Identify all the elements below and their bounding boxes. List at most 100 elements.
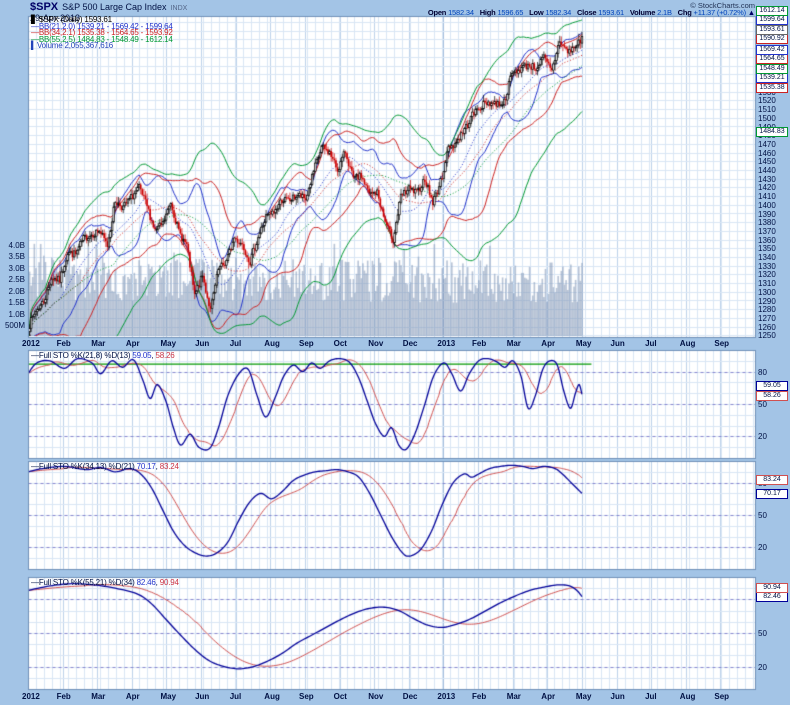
price-axis-tick: 1290 (758, 297, 776, 306)
exchange-label: INDX (171, 5, 188, 12)
x-axis-month-label: Aug (680, 339, 696, 348)
price-axis-tick: 1350 (758, 244, 776, 253)
stoch-value-box: 82.46 (756, 592, 788, 602)
symbol-label: $SPX (30, 1, 58, 13)
volume-axis-tick: 3.0B (0, 264, 25, 273)
x-axis-month-label: Jul (645, 339, 657, 348)
line-sample-icon: — (31, 351, 39, 360)
stoch-value-box: 58.26 (756, 391, 788, 401)
x-axis-month-label: Apr (541, 692, 555, 701)
price-axis-tick: 1360 (758, 236, 776, 245)
x-axis-month-label: Aug (264, 339, 280, 348)
price-axis-value-box: 1590.92 (756, 34, 788, 44)
volume-axis-tick: 2.5B (0, 275, 25, 284)
close-value: 1593.61 (598, 8, 624, 17)
volume-axis-tick: 1.5B (0, 298, 25, 307)
low-label: Low (529, 8, 543, 17)
x-axis-month-label: Mar (507, 692, 521, 701)
x-axis-month-label: Nov (368, 692, 383, 701)
price-axis-value-box: 1564.65 (756, 54, 788, 64)
x-axis-month-label: Feb (57, 692, 71, 701)
x-axis-month-label: Oct (334, 339, 347, 348)
stoch-panel-1-label: —Full STO %K(21,8) %D(13) 59.05, 58.26 (31, 351, 174, 360)
price-axis-tick: 1340 (758, 253, 776, 262)
volume-axis-tick: 4.0B (0, 241, 25, 250)
stoch-value-box: 70.17 (756, 489, 788, 499)
x-axis-month-label: Apr (126, 339, 140, 348)
price-axis-tick: 1260 (758, 323, 776, 332)
main-chart-legend: ▋ $SPX (Daily) 1593.61 —BB(21,2.0) 1539.… (31, 17, 173, 50)
chart-header: $SPX S&P 500 Large Cap Index INDX (30, 1, 187, 13)
volume-axis-tick: 500M (0, 321, 25, 330)
x-axis-month-label: Feb (472, 339, 486, 348)
stoch-axis-tick: 20 (758, 663, 767, 672)
stockcharts-sharpchart: $SPX S&P 500 Large Cap Index INDX 29-Apr… (0, 0, 790, 705)
x-axis-month-label: Mar (507, 339, 521, 348)
chg-label: Chg (678, 8, 692, 17)
price-axis-tick: 1330 (758, 262, 776, 271)
x-axis-month-label: 2012 (22, 339, 40, 348)
stoch-value-box: 83.24 (756, 475, 788, 485)
volume-axis-tick: 3.5B (0, 252, 25, 261)
volume-value: 2.1B (657, 8, 672, 17)
x-axis-month-label: Jun (611, 692, 625, 701)
stoch3-k-value: 82.46 (137, 578, 156, 587)
price-axis-value-box: 1612.14 (756, 6, 788, 16)
x-axis-month-label: Aug (680, 692, 696, 701)
x-axis-month-label: Apr (541, 339, 555, 348)
price-axis-value-box: 1535.38 (756, 83, 788, 93)
price-axis-tick: 1370 (758, 227, 776, 236)
symbol-name-label: S&P 500 Large Cap Index (62, 2, 166, 12)
x-axis-month-label: Aug (264, 692, 280, 701)
stoch-value-box: 90.94 (756, 583, 788, 593)
price-axis-tick: 1390 (758, 210, 776, 219)
open-label: Open (428, 8, 446, 17)
stoch1-k-value: 59.05 (132, 351, 151, 360)
x-axis-month-label: May (161, 692, 177, 701)
price-axis-tick: 1420 (758, 183, 776, 192)
price-axis-tick: 1250 (758, 331, 776, 340)
x-axis-month-label: 2012 (22, 692, 40, 701)
high-label: High (480, 8, 496, 17)
price-axis-value-box: 1569.42 (756, 45, 788, 55)
x-axis-month-label: Jul (230, 692, 242, 701)
x-axis-month-label: 2013 (437, 692, 455, 701)
stoch-axis-tick: 20 (758, 432, 767, 441)
price-axis-value-box: 1548.49 (756, 64, 788, 74)
legend-volume-row: ▍Volume 2,055,367,616 (31, 43, 173, 50)
x-axis-month-label: Oct (334, 692, 347, 701)
x-axis-month-label: Jun (611, 339, 625, 348)
volume-label: Volume (630, 8, 655, 17)
stoch2-d-value: 83.24 (160, 462, 179, 471)
open-value: 1582.34 (448, 8, 474, 17)
volume-axis-tick: 2.0B (0, 287, 25, 296)
price-axis-tick: 1320 (758, 270, 776, 279)
price-axis-tick: 1470 (758, 140, 776, 149)
low-value: 1582.34 (545, 8, 571, 17)
x-axis-month-label: May (576, 692, 592, 701)
price-axis-tick: 1410 (758, 192, 776, 201)
x-axis-month-label: Sep (714, 692, 729, 701)
volume-axis-tick: 1.0B (0, 310, 25, 319)
x-axis-month-label: Sep (714, 339, 729, 348)
price-axis-tick: 1400 (758, 201, 776, 210)
x-axis-month-label: Jul (230, 339, 242, 348)
x-axis-month-label: Feb (472, 692, 486, 701)
stoch1-d-value: 58.26 (155, 351, 174, 360)
stoch-axis-tick: 50 (758, 400, 767, 409)
stoch-axis-tick: 50 (758, 511, 767, 520)
price-axis-tick: 1280 (758, 305, 776, 314)
price-axis-tick: 1500 (758, 114, 776, 123)
x-axis-month-label: Apr (126, 692, 140, 701)
x-axis-month-label: Jul (645, 692, 657, 701)
stoch-axis-tick: 50 (758, 629, 767, 638)
stoch-axis-tick: 20 (758, 543, 767, 552)
x-axis-month-label: May (576, 339, 592, 348)
line-sample-icon: — (31, 462, 39, 471)
price-axis-tick: 1380 (758, 218, 776, 227)
x-axis-month-label: Jun (195, 692, 209, 701)
close-label: Close (577, 8, 596, 17)
stoch-panel-3-label: —Full STO %K(55,21) %D(34) 82.46, 90.94 (31, 578, 179, 587)
x-axis-month-label: Sep (299, 692, 314, 701)
price-axis-value-box: 1484.83 (756, 127, 788, 137)
